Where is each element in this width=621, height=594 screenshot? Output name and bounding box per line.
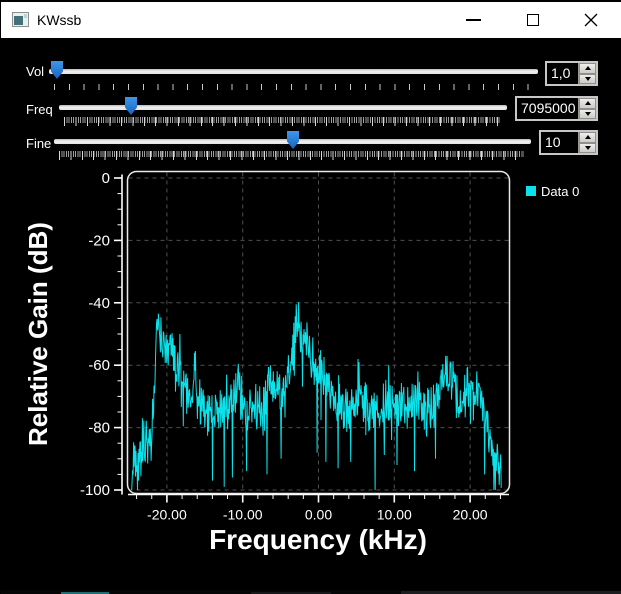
freq-spinbox-value[interactable]: 7095000	[517, 98, 578, 119]
freq-spinbox[interactable]: 7095000	[515, 96, 598, 121]
fine-spinbox[interactable]: 10	[539, 130, 598, 155]
vol-label: Vol	[26, 64, 44, 79]
up-arrow-icon	[585, 66, 591, 70]
freq-spinbox-up-button[interactable]	[579, 98, 596, 109]
close-icon	[583, 12, 599, 28]
vol-slider-ticks	[54, 84, 533, 90]
vol-spinbox-down-button[interactable]	[579, 74, 596, 85]
up-arrow-icon	[585, 135, 591, 139]
vol-slider-track[interactable]	[49, 69, 538, 74]
app-icon	[12, 12, 29, 27]
vol-slider-handle[interactable]	[51, 61, 63, 79]
minimize-icon	[466, 19, 481, 21]
x-axis-title: Frequency (kHz)	[209, 524, 427, 555]
y-tick-label: -40	[88, 295, 110, 312]
fine-slider-ticks	[59, 151, 524, 160]
freq-slider-ticks	[64, 117, 501, 126]
freq-spinbox-down-button[interactable]	[579, 109, 596, 120]
fine-spinbox-buttons	[578, 132, 596, 153]
close-button[interactable]	[566, 2, 616, 38]
y-tick-label: -60	[88, 357, 110, 374]
titlebar: KWssb	[1, 0, 621, 38]
x-tick-label: -10.00	[223, 507, 263, 523]
y-axis-title: Relative Gain (dB)	[23, 222, 53, 446]
down-arrow-icon	[585, 146, 591, 150]
freq-spinbox-buttons	[578, 98, 596, 119]
minimize-button[interactable]	[448, 2, 498, 38]
freq-slider-handle[interactable]	[125, 97, 137, 115]
x-tick-label: 20.00	[453, 507, 488, 523]
y-tick-label: -80	[88, 420, 110, 437]
fine-spinbox-up-button[interactable]	[579, 132, 596, 143]
y-tick-label: 0	[102, 170, 110, 187]
legend-label: Data 0	[541, 184, 579, 199]
fine-spinbox-down-button[interactable]	[579, 143, 596, 154]
vol-spinbox-value[interactable]: 1,0	[547, 63, 578, 84]
freq-label: Freq	[26, 102, 53, 117]
vol-spinbox-up-button[interactable]	[579, 63, 596, 74]
fine-spinbox-value[interactable]: 10	[541, 132, 578, 153]
maximize-button[interactable]	[508, 2, 558, 38]
spectrum-plot: 0 -20 -40 -60 -80 -100 -20.00 -10.00 0.00 10.00 20…	[1, 168, 621, 594]
legend-swatch-icon	[526, 186, 536, 196]
x-tick-label: -20.00	[147, 507, 187, 523]
x-tick-label: 0.00	[305, 507, 332, 523]
legend-item-data0[interactable]: Data 0	[526, 184, 579, 199]
down-arrow-icon	[585, 112, 591, 116]
y-tick-label: -100	[80, 482, 110, 499]
down-arrow-icon	[585, 77, 591, 81]
fine-slider-handle[interactable]	[287, 131, 299, 149]
y-tick-label: -20	[88, 232, 110, 249]
app-window: KWssb Vol 1,0 Freq 7095000	[0, 0, 621, 594]
up-arrow-icon	[585, 101, 591, 105]
vol-spinbox-buttons	[578, 63, 596, 84]
bottom-edge-sliver	[1, 590, 621, 594]
maximize-icon	[527, 14, 539, 26]
window-title: KWssb	[37, 12, 81, 28]
x-tick-label: 10.00	[377, 507, 412, 523]
fine-label: Fine	[26, 136, 51, 151]
vol-spinbox[interactable]: 1,0	[545, 61, 598, 86]
